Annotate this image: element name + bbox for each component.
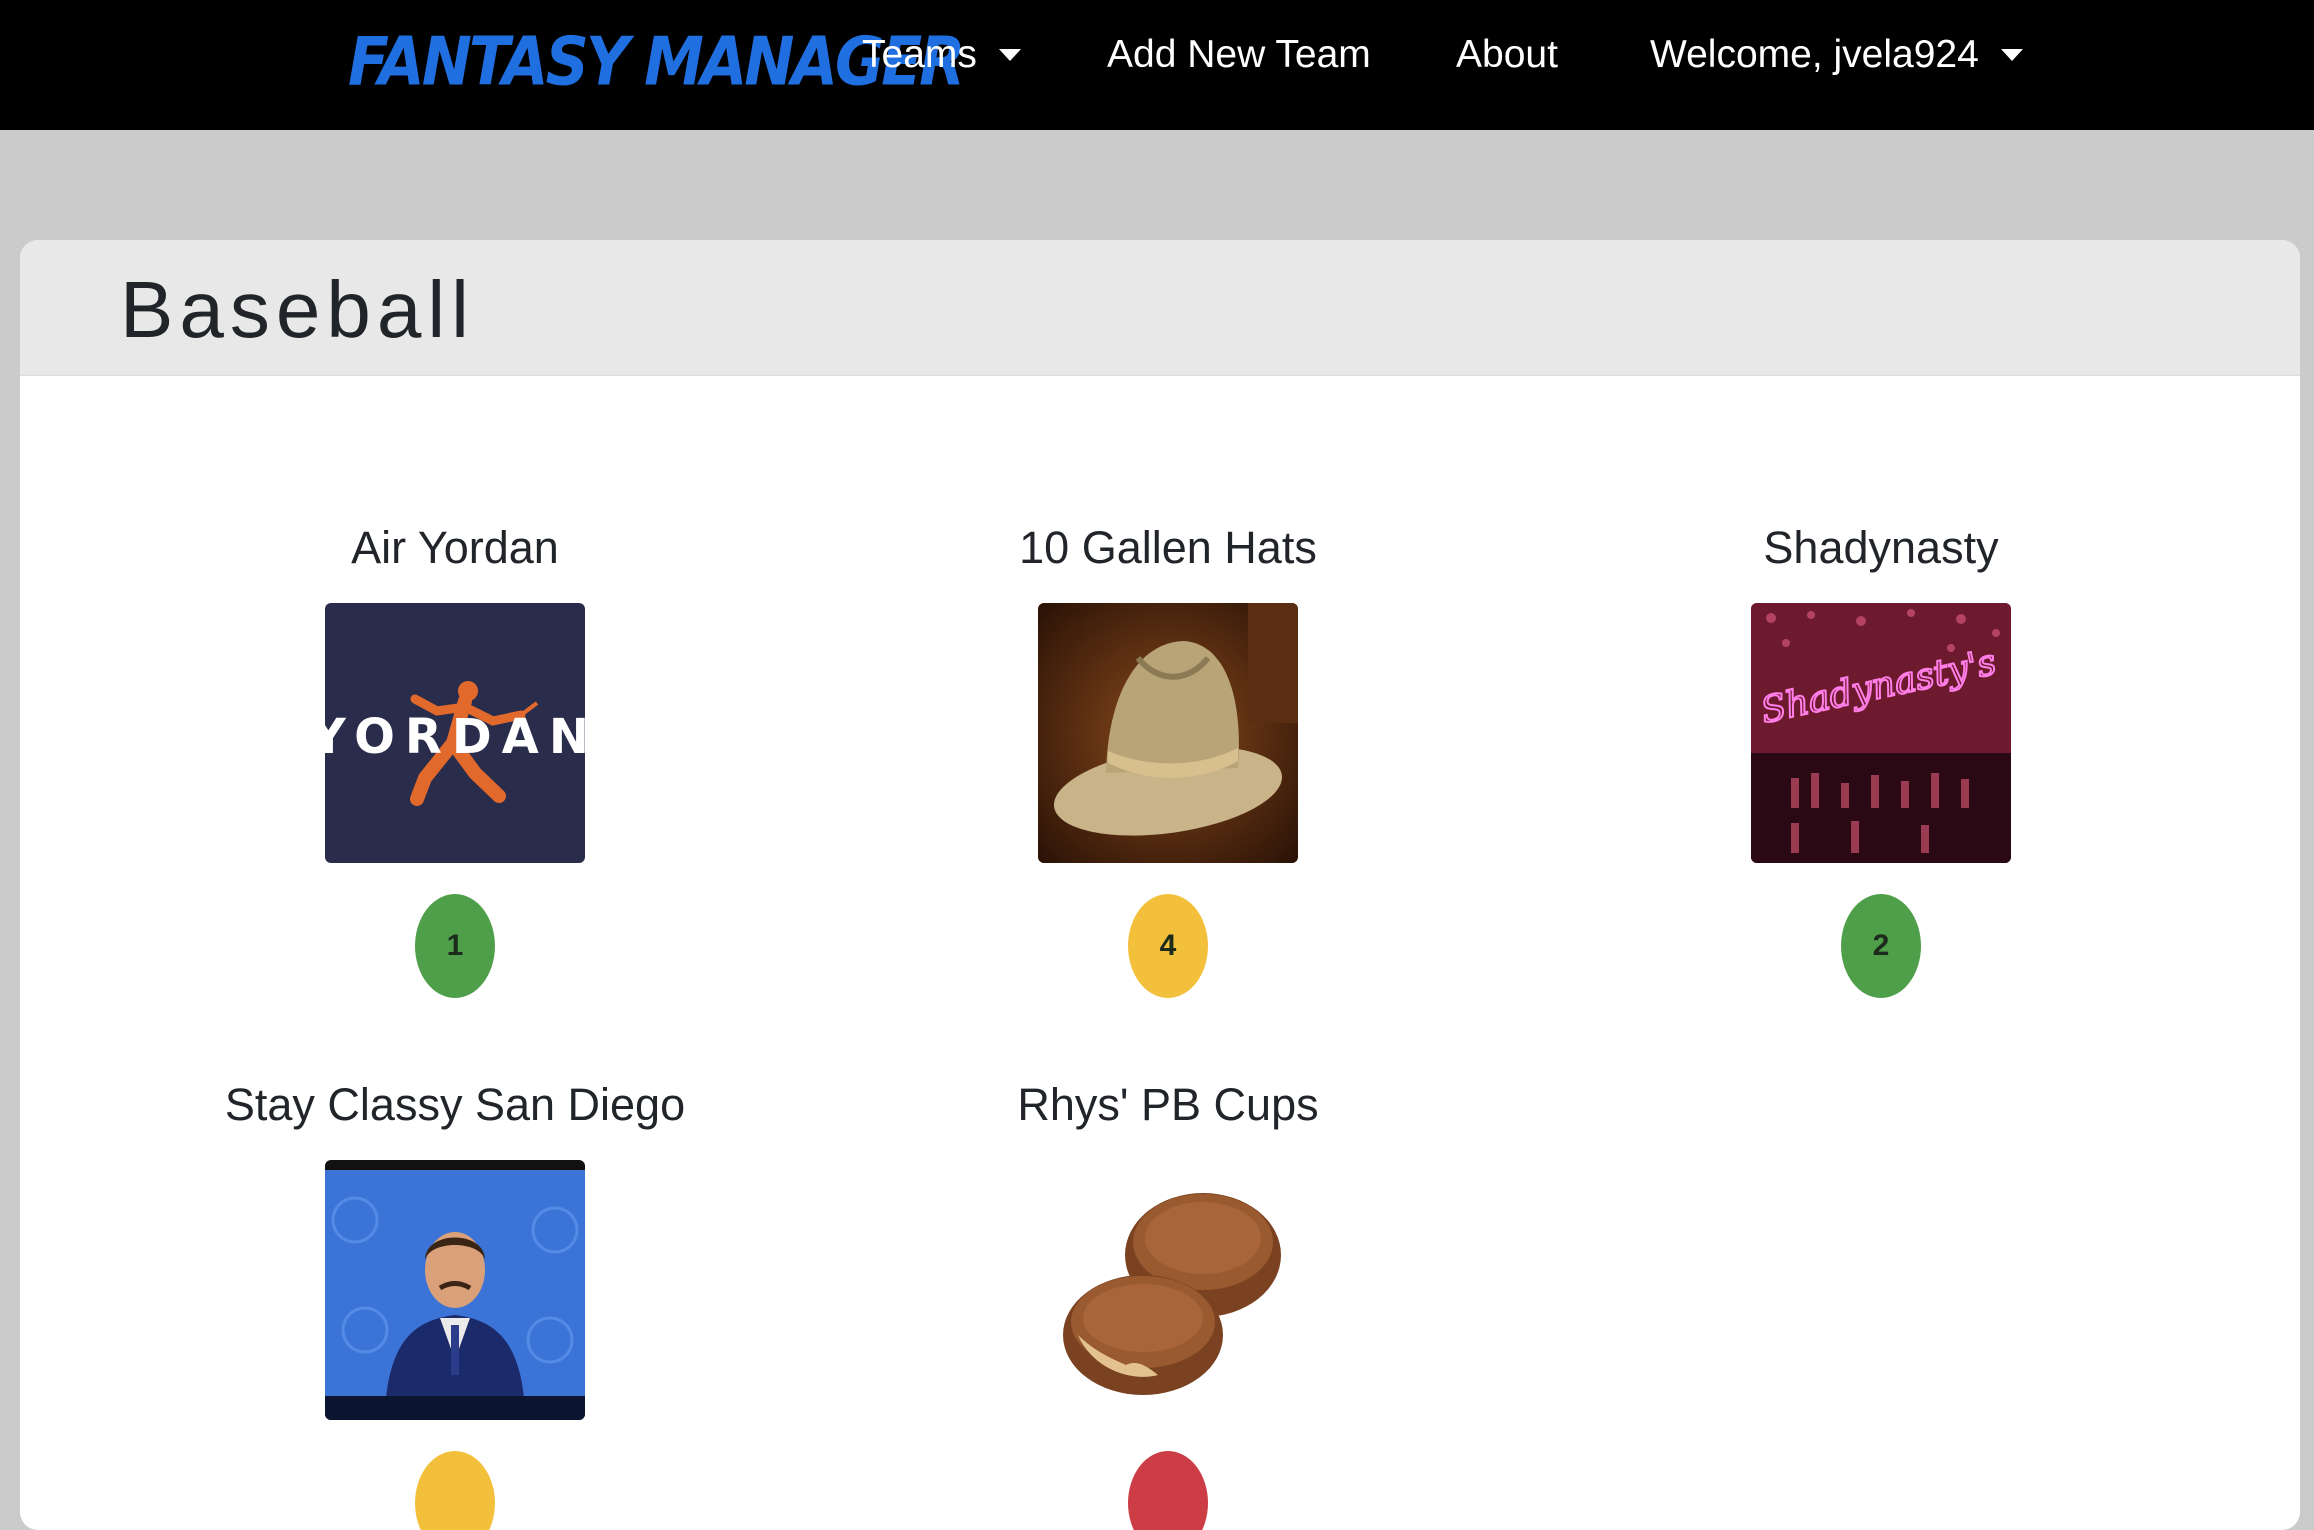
chevron-down-icon (2000, 49, 2023, 61)
air-yordan-logo: YORDAN (325, 603, 585, 863)
chevron-down-icon (998, 49, 1021, 61)
team-card: Stay Classy San Diego (105, 1075, 805, 1530)
card-header: Baseball (20, 240, 2300, 376)
page-title: Baseball (120, 265, 475, 354)
team-name[interactable]: Air Yordan (105, 518, 805, 578)
team-logo-image[interactable]: Shadynasty's (1751, 603, 2011, 863)
team-name[interactable]: Rhys' PB Cups (818, 1075, 1518, 1135)
shadynastys-neon-bar-photo: Shadynasty's (1751, 603, 2011, 863)
team-name[interactable]: Stay Classy San Diego (105, 1075, 805, 1135)
team-name[interactable]: 10 Gallen Hats (818, 518, 1518, 578)
team-name[interactable]: Shadynasty (1531, 518, 2231, 578)
rank-badge: 2 (1841, 894, 1921, 998)
about-link[interactable]: About (1456, 26, 1558, 84)
sport-card: Baseball Air Yordan YORDAN 1 10 Gallen H… (20, 240, 2300, 1530)
team-card: 10 Gallen Hats 4 (818, 518, 1518, 1038)
user-menu-dropdown[interactable]: Welcome, jvela924 (1650, 26, 2023, 84)
team-logo-image[interactable] (1038, 603, 1298, 863)
team-logo-image[interactable]: YORDAN (325, 603, 585, 863)
teams-dropdown-label: Teams (862, 33, 977, 76)
rank-badge: 4 (1128, 894, 1208, 998)
team-card: Rhys' PB Cups (818, 1075, 1518, 1530)
top-navbar: FANTASY MANAGER Teams Add New Team About… (0, 0, 2314, 130)
user-menu-label: Welcome, jvela924 (1650, 33, 1979, 76)
news-anchor-photo (325, 1160, 585, 1420)
teams-dropdown[interactable]: Teams (862, 26, 1021, 84)
rank-badge (415, 1451, 495, 1530)
rank-badge (1128, 1451, 1208, 1530)
peanut-butter-cups-photo (1038, 1160, 1298, 1420)
team-logo-image[interactable] (1038, 1160, 1298, 1420)
team-card: Shadynasty Shadynasty's 2 (1531, 518, 2231, 1038)
air-yordan-text: YORDAN (325, 709, 585, 765)
cowboy-hat-photo (1038, 603, 1298, 863)
rank-badge: 1 (415, 894, 495, 998)
team-logo-image[interactable] (325, 1160, 585, 1420)
add-new-team-link[interactable]: Add New Team (1107, 26, 1371, 84)
team-card: Air Yordan YORDAN 1 (105, 518, 805, 1038)
